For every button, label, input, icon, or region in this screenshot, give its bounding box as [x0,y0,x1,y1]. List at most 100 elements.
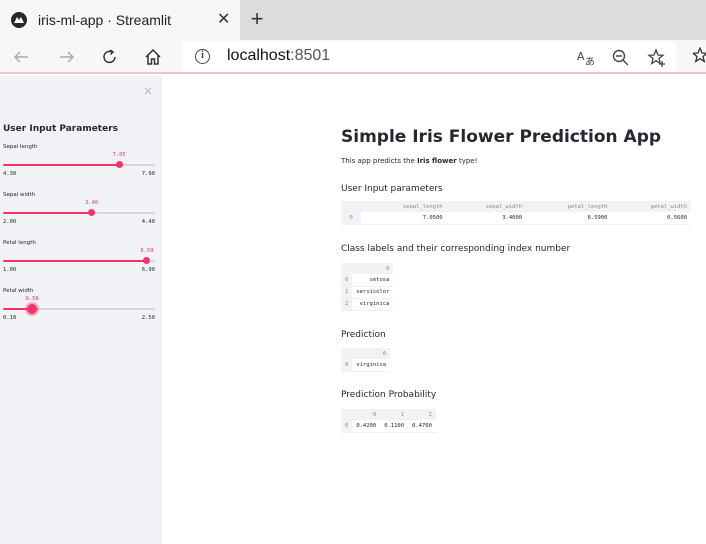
table-cell: 0.4700 [408,420,436,433]
table-header-cell: 0 [352,263,394,274]
svg-text:A: A [577,50,585,63]
row-index: 0 [341,420,353,433]
slider-thumb[interactable] [115,161,123,168]
row-index: 2 [341,298,353,311]
slider-label: Petal length [3,240,36,246]
slider-track[interactable] [3,304,155,314]
back-icon[interactable] [8,44,34,70]
address-bar[interactable]: i localhost:8501 Aあ [182,42,676,72]
slider-petal-length[interactable]: Petal length 6.59 1.00 6.90 [3,240,155,284]
table-cell: 3.4000 [446,212,527,225]
slider-max: 6.90 [141,267,155,273]
table-header-row: 0 [341,348,391,359]
slider-sepal-width[interactable]: Sepal width 3.40 2.00 4.40 [3,192,155,236]
app-description: This app predicts the Iris flower type! [341,157,477,165]
desc-prefix: This app predicts the [341,157,417,165]
table-row: 0 setosa [341,274,394,287]
table-cell: virginica [352,359,391,372]
slider-min: 2.00 [3,219,17,225]
zoom-out-icon[interactable] [611,48,631,68]
table-header-row: 0 [341,263,394,274]
slider-min: 1.00 [3,267,17,273]
row-index: 0 [341,274,353,287]
row-index: 0 [341,212,362,225]
slider-thumb[interactable] [143,257,151,264]
table-header-row: 012 [341,409,436,420]
streamlit-favicon-icon [11,12,27,28]
probability-heading: Prediction Probability [341,390,437,400]
favorite-star-icon[interactable] [647,48,667,68]
table-header-cell: 2 [408,409,436,420]
table-cell: 7.0500 [361,212,447,225]
slider-thumb[interactable] [88,209,96,216]
slider-track[interactable] [3,161,155,168]
input-params-heading: User Input parameters [341,184,443,194]
slider-fill [3,212,92,214]
browser-tab-bar: iris-ml-app · Streamlit ✕ + [0,0,706,40]
table-row: 1 versicolor [341,286,394,299]
slider-thumb[interactable] [27,304,38,314]
slider-value: 0.56 [25,296,39,302]
row-index: 1 [341,286,353,299]
table-header-cell: petal_length [526,201,612,212]
browser-toolbar: i localhost:8501 Aあ [0,40,706,74]
slider-value: 7.05 [112,152,126,158]
tab-title: iris-ml-app · Streamlit [38,12,172,28]
slider-label: Petal width [3,288,34,294]
slider-label: Sepal width [3,192,36,198]
url-host: localhost [227,47,291,64]
table-header-cell: petal_width [611,201,691,212]
prediction-table: 0 0 virginica [341,348,391,372]
refresh-icon[interactable] [97,44,123,70]
table-header-cell: 0 [352,348,391,359]
table-header-cell [341,409,353,420]
slider-max: 7.90 [141,171,155,177]
table-header-cell: 1 [380,409,409,420]
table-cell: 0.1100 [380,420,409,433]
probability-table: 0 1 2 0 0.4200 0.1100 0.4700 [341,409,436,433]
browser-tab[interactable]: iris-ml-app · Streamlit ✕ [0,0,240,40]
class-labels-table: 0 0 setosa 1 versicolor 2 virginica [341,263,394,311]
table-header-row: sepal_length sepal_width petal_length petal… [341,201,691,212]
slider-value: 6.59 [140,248,154,254]
table-row: 0 7.0500 3.4000 6.5900 0.5600 [341,212,691,225]
slider-sepal-length[interactable]: Sepal length 7.05 4.30 7.90 [3,144,155,188]
table-row: 0 virginica [341,359,391,372]
forward-icon[interactable] [54,44,80,70]
table-header-cell: 0 [352,409,381,420]
sidebar: × User Input Parameters Sepal length 7.0… [0,76,162,544]
desc-bold: Iris flower [416,157,457,165]
home-icon[interactable] [140,44,166,70]
row-index: 0 [341,359,353,372]
url-port: :8501 [290,47,331,64]
desc-suffix: type! [456,157,478,165]
table-header-cell: sepal_width [446,201,527,212]
table-cell: 0.5600 [611,212,691,225]
slider-fill [3,260,147,262]
class-labels-heading: Class labels and their corresponding ind… [341,244,571,254]
input-params-table: sepal_length sepal_width petal_length petal… [341,201,691,225]
table-cell: setosa [352,274,394,287]
url-text[interactable]: localhost:8501 [227,47,330,65]
table-cell: versicolor [352,286,394,299]
table-header-cell [341,348,353,359]
favorites-icon[interactable] [691,46,706,70]
sidebar-close-icon[interactable]: × [143,84,153,98]
new-tab-icon[interactable]: + [246,8,268,30]
slider-min: 0.10 [3,315,17,321]
slider-value: 3.40 [84,200,99,206]
slider-track[interactable] [3,257,155,264]
slider-min: 4.30 [3,171,17,177]
table-row: 2 virginica [341,298,394,311]
table-cell: virginica [352,298,394,311]
slider-track[interactable] [3,209,155,216]
table-header-cell [341,263,353,274]
site-info-icon[interactable]: i [195,49,210,64]
translate-icon[interactable]: Aあ [576,48,596,68]
table-cell: 6.5900 [526,212,612,225]
slider-label: Sepal length [3,144,38,150]
tab-close-icon[interactable]: ✕ [217,11,230,27]
prediction-heading: Prediction [341,330,386,340]
slider-petal-width[interactable]: Petal width 0.56 0.10 2.50 [3,288,155,332]
sidebar-heading: User Input Parameters [3,124,119,134]
